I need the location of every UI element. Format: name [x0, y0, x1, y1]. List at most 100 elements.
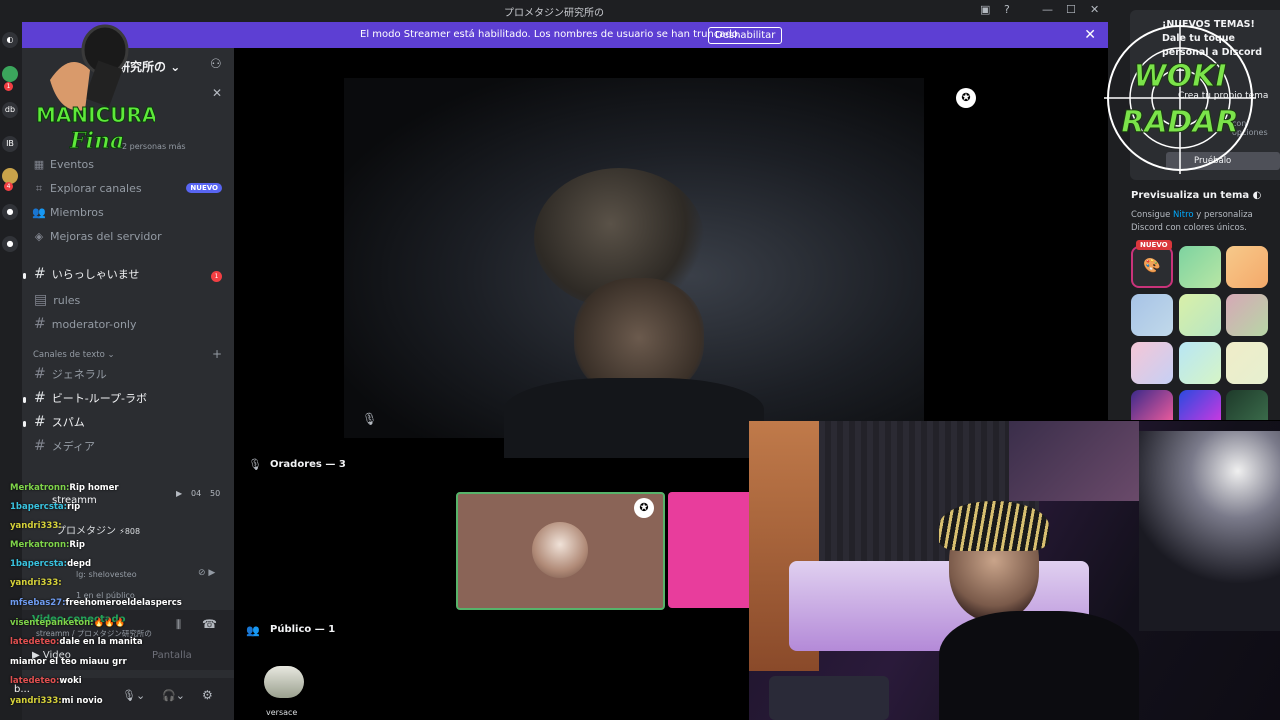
server-icon[interactable]	[2, 66, 18, 82]
moderator-badge-icon: ✪	[634, 498, 654, 518]
speaker-tile[interactable]	[668, 492, 749, 608]
streamer-webcam	[749, 421, 1280, 720]
explore-icon: ⌗	[35, 182, 43, 195]
chat-text: freehomeroeldelaspercs	[65, 598, 182, 608]
audience-member-name: versace	[266, 708, 298, 717]
chat-username: mfsebas27:	[10, 598, 66, 608]
speakers-label: Oradores — 3	[270, 459, 346, 470]
chat-message: yandri333:mi novio	[10, 696, 103, 706]
nav-members[interactable]: 👥 Miembros	[32, 206, 104, 219]
server-icon[interactable]: db	[2, 102, 18, 118]
chat-text: mi novio	[61, 696, 103, 706]
chat-text: 🔥🔥🔥	[93, 618, 126, 628]
chat-message: latedeteo:dale en la manita	[10, 637, 143, 647]
speaker-avatar	[532, 522, 588, 578]
chat-username: yandri333:	[10, 521, 62, 531]
chat-username: yandri333:	[10, 578, 62, 588]
audience-avatar[interactable]	[264, 666, 304, 698]
chat-text: dale en la manita	[59, 637, 143, 647]
woki-radar-logo: WOKI RADAR	[1104, 20, 1256, 176]
theme-swatch[interactable]	[1179, 246, 1221, 288]
theme-swatch[interactable]	[1179, 294, 1221, 336]
title-bar: プロメタジン研究所の ▣ ? — ☐ ✕	[0, 0, 1108, 22]
add-channel-icon[interactable]: +	[212, 347, 222, 361]
theme-swatch[interactable]	[1226, 246, 1268, 288]
chat-text: Rip	[69, 540, 85, 550]
theme-swatch[interactable]	[1226, 390, 1268, 420]
help-icon[interactable]: ?	[1004, 3, 1010, 16]
chat-username: Merkatronn:	[10, 483, 70, 493]
channel-item[interactable]: # ビート-ループ-ラボ	[23, 390, 147, 406]
banner-message: El modo Streamer está habilitado. Los no…	[360, 29, 741, 40]
category-header[interactable]: Canales de texto ⌄	[33, 350, 115, 360]
inbox-icon[interactable]: ▣	[980, 3, 990, 16]
muted-mic-icon: 🎙	[362, 412, 378, 426]
chat-username: 1bapercsta:	[10, 502, 68, 512]
calendar-icon: ▦	[33, 158, 45, 171]
theme-swatch[interactable]	[1131, 294, 1173, 336]
chat-message: latedeteo:woki	[10, 676, 82, 686]
theme-swatch-custom[interactable]: 🎨	[1131, 246, 1173, 288]
disable-streamer-button[interactable]: Deshabilitar	[708, 27, 783, 44]
streamer-mode-banner: El modo Streamer está habilitado. Los no…	[22, 22, 1108, 48]
channel-item[interactable]: # moderator-only	[34, 316, 137, 332]
chat-text: depd	[67, 559, 92, 569]
audience-label: Público — 1	[270, 624, 336, 635]
close-window-icon[interactable]: ✕	[1090, 3, 1099, 16]
new-badge: NUEVO	[1136, 240, 1172, 250]
theme-swatch[interactable]	[1179, 342, 1221, 384]
server-icon[interactable]: ●	[2, 236, 18, 252]
nav-events[interactable]: ▦ Eventos	[32, 158, 94, 171]
speaker-tile[interactable]: ✪	[456, 492, 665, 610]
theme-swatch[interactable]	[1131, 342, 1173, 384]
unread-badge-icon: 1	[4, 82, 13, 91]
chat-message: 1bapercsta:rip	[10, 502, 80, 512]
nitro-icon: ◐	[1252, 190, 1262, 201]
chat-message: Merkatronn:Rip homer	[10, 483, 119, 493]
chat-message: 1bapercsta:depd	[10, 559, 91, 569]
server-icon[interactable]: IB	[2, 136, 18, 152]
minimize-icon[interactable]: —	[1042, 3, 1053, 16]
close-banner-icon[interactable]: ✕	[1084, 27, 1096, 43]
theme-swatch[interactable]	[1131, 390, 1173, 420]
channel-item[interactable]: # いらっしゃいませ	[23, 266, 139, 282]
chat-username: yandri333:	[10, 696, 62, 706]
close-icon[interactable]: ✕	[212, 86, 222, 100]
chat-message: mfsebas27:freehomeroeldelaspercs	[10, 598, 182, 608]
unread-count-badge: 1	[211, 271, 222, 282]
radar-line-1: WOKI	[1133, 59, 1226, 94]
channel-item[interactable]: # メディア	[34, 438, 95, 454]
members-icon: 👥	[32, 206, 46, 219]
nav-server-boost[interactable]: ◈ Mejoras del servidor	[32, 230, 162, 243]
server-icon[interactable]: ◐	[2, 32, 18, 48]
server-icon[interactable]: ●	[2, 204, 18, 220]
palette-icon: 🎨	[1143, 258, 1161, 274]
chat-text: Rip homer	[69, 483, 119, 493]
theme-swatch[interactable]	[1226, 342, 1268, 384]
maximize-icon[interactable]: ☐	[1066, 3, 1076, 16]
logo-line-1: MANICURA	[36, 103, 155, 127]
mic-icon: 🎙	[248, 458, 262, 471]
audience-icon: 👥	[246, 624, 260, 637]
invite-icon[interactable]: ⚇	[210, 57, 222, 72]
radar-line-2: RADAR	[1121, 105, 1239, 140]
channel-item[interactable]: # スパム	[23, 414, 85, 430]
chat-message: visentepanketon:🔥🔥🔥	[10, 618, 125, 628]
theme-swatch[interactable]	[1226, 294, 1268, 336]
nav-explore-channels[interactable]: ⌗ Explorar canales NUEVO	[32, 182, 222, 196]
chat-username: latedeteo:	[10, 637, 60, 647]
chat-text: woki	[59, 676, 82, 686]
chat-message: yandri333:	[10, 578, 62, 588]
manicura-fina-logo: MANICURA Fina	[30, 20, 158, 158]
chat-username: Merkatronn:	[10, 540, 70, 550]
stream-chat: Merkatronn:Rip homer 1bapercsta:rip yandri…	[10, 483, 240, 713]
chat-username: visentepanketon:	[10, 618, 94, 628]
stage-moderator-icon[interactable]: ✪	[956, 88, 976, 108]
video-feed	[344, 78, 924, 458]
channel-item[interactable]: # ジェネラル	[34, 366, 107, 382]
preview-title: Previsualiza un tema ◐	[1131, 190, 1262, 201]
channel-item[interactable]: ▤ rules	[34, 292, 80, 308]
chat-message: miamor el teo miauu grr	[10, 657, 127, 667]
unread-badge-icon: 4	[4, 182, 13, 191]
theme-swatch[interactable]	[1179, 390, 1221, 420]
